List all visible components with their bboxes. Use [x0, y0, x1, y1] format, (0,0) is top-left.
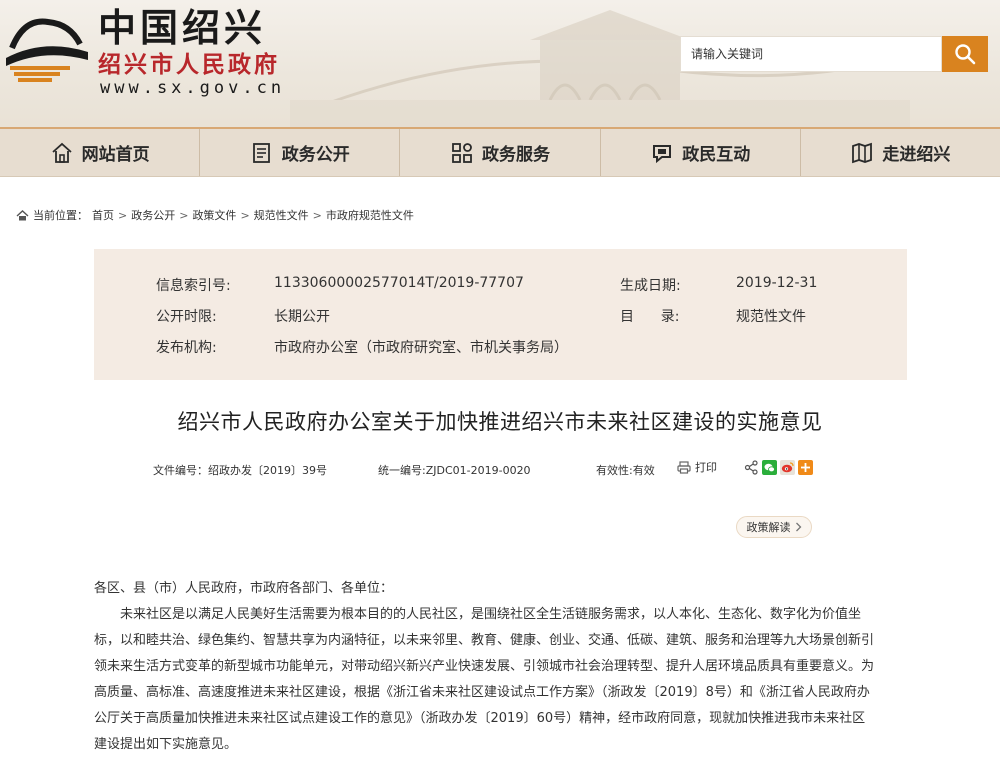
nav-item-interaction[interactable]: 政民互动	[601, 129, 801, 176]
grid-icon	[452, 142, 472, 163]
home-icon	[51, 142, 72, 163]
nav-item-home[interactable]: 网站首页	[0, 129, 201, 176]
date-value: 2019-12-31	[736, 275, 818, 291]
paragraph-line: 领未来生活方式变革的新型城市功能单元，对带动绍兴新兴产业快速发展、引领城市社会治…	[94, 659, 875, 674]
catalog-value: 规范性文件	[736, 309, 806, 325]
map-icon	[852, 142, 873, 163]
breadcrumb-separator: >	[179, 208, 189, 222]
breadcrumb-normative-docs[interactable]: 规范性文件	[254, 207, 309, 223]
logo-subtitle: 绍兴市人民政府	[98, 51, 280, 78]
logo-title: 中国绍兴	[98, 5, 267, 50]
document-info-panel: 信息索引号: 11330600002577014T/2019-77707 生成日…	[94, 249, 907, 380]
share-icon[interactable]	[744, 460, 759, 475]
breadcrumb: 当前位置： 首页 > 政务公开 > 政策文件 > 规范性文件 > 市政府规范性文…	[16, 207, 414, 223]
search-input[interactable]	[681, 37, 941, 71]
shaoxing-logo-icon	[6, 18, 88, 82]
index-value: 11330600002577014T/2019-77707	[274, 275, 524, 291]
nav-item-gov-affairs[interactable]: 政务公开	[200, 129, 401, 176]
breadcrumb-policy-docs[interactable]: 政策文件	[192, 207, 236, 223]
chevron-right-icon	[795, 522, 801, 532]
nav-label-gov-services: 政务服务	[482, 145, 550, 165]
breadcrumb-home[interactable]: 首页	[92, 207, 114, 223]
main-nav: 网站首页 政务公开 政务服务 政民互动 走进绍兴	[0, 127, 1000, 177]
nav-label-gov-affairs: 政务公开	[281, 145, 350, 165]
location-home-icon	[16, 209, 29, 220]
nav-label-interaction: 政民互动	[682, 145, 751, 165]
more-share-icon[interactable]	[798, 460, 813, 475]
nav-label-about: 走进绍兴	[882, 145, 951, 165]
paragraph-line: 高质量、高标准、高速度推进未来社区建设，根据《浙江省未来社区建设试点工作方案》（…	[94, 685, 870, 700]
printer-icon	[677, 460, 691, 474]
breadcrumb-separator: >	[118, 208, 128, 222]
site-header: 中国绍兴 绍兴市人民政府 www.sx.gov.cn	[0, 0, 1000, 127]
nav-label-home: 网站首页	[81, 145, 150, 165]
paragraph-line: 建设提出如下实施意见。	[94, 737, 238, 752]
nav-item-about[interactable]: 走进绍兴	[801, 129, 1000, 176]
nav-item-gov-services[interactable]: 政务服务	[400, 129, 601, 176]
search-box	[680, 36, 942, 72]
search-icon	[955, 44, 976, 65]
paragraph-line: 公厅关于高质量加快推进未来社区试点建设工作的意见》（浙政办发〔2019〕60号）…	[94, 711, 866, 726]
period-value: 长期公开	[274, 309, 330, 325]
document-title: 绍兴市人民政府办公室关于加快推进绍兴市未来社区建设的实施意见	[177, 410, 823, 434]
weibo-icon[interactable]	[780, 460, 795, 475]
index-label: 信息索引号:	[156, 278, 231, 294]
breadcrumb-prefix: 当前位置：	[33, 209, 88, 222]
chat-icon	[653, 144, 672, 163]
policy-interpretation-button[interactable]: 政策解读	[736, 516, 812, 538]
catalog-label: 目 录:	[620, 309, 680, 325]
paragraph-line: 标，以和睦共治、绿色集约、智慧共享为内涵特征，以未来邻里、教育、健康、创业、交通…	[94, 633, 875, 648]
print-button[interactable]: 打印	[677, 459, 717, 475]
search-button[interactable]	[942, 36, 988, 72]
unified-number: 统一编号:ZJDC01-2019-0020	[378, 464, 531, 477]
wechat-icon[interactable]	[762, 460, 777, 475]
publisher-value: 市政府办公室（市政府研究室、市机关事务局）	[274, 340, 568, 356]
period-label: 公开时限:	[156, 309, 217, 325]
print-label: 打印	[695, 461, 717, 474]
doc-number: 文件编号：绍政办发〔2019〕39号	[153, 464, 327, 477]
paragraph-line: 未来社区是以满足人民美好生活需要为根本目的的人民社区，是围绕社区全生活链服务需求…	[120, 607, 862, 622]
logo-url: www.sx.gov.cn	[100, 78, 286, 98]
breadcrumb-gov-affairs[interactable]: 政务公开	[131, 207, 175, 223]
share-bar	[744, 460, 813, 475]
policy-interpretation-label: 政策解读	[746, 521, 791, 534]
breadcrumb-separator: >	[312, 208, 322, 222]
document-icon	[252, 142, 270, 163]
breadcrumb-city-normative-docs[interactable]: 市政府规范性文件	[326, 207, 414, 223]
date-label: 生成日期:	[620, 278, 681, 294]
breadcrumb-separator: >	[240, 208, 250, 222]
validity: 有效性:有效	[596, 464, 655, 477]
publisher-label: 发布机构:	[156, 340, 217, 356]
salutation: 各区、县（市）人民政府，市政府各部门、各单位：	[94, 581, 394, 596]
